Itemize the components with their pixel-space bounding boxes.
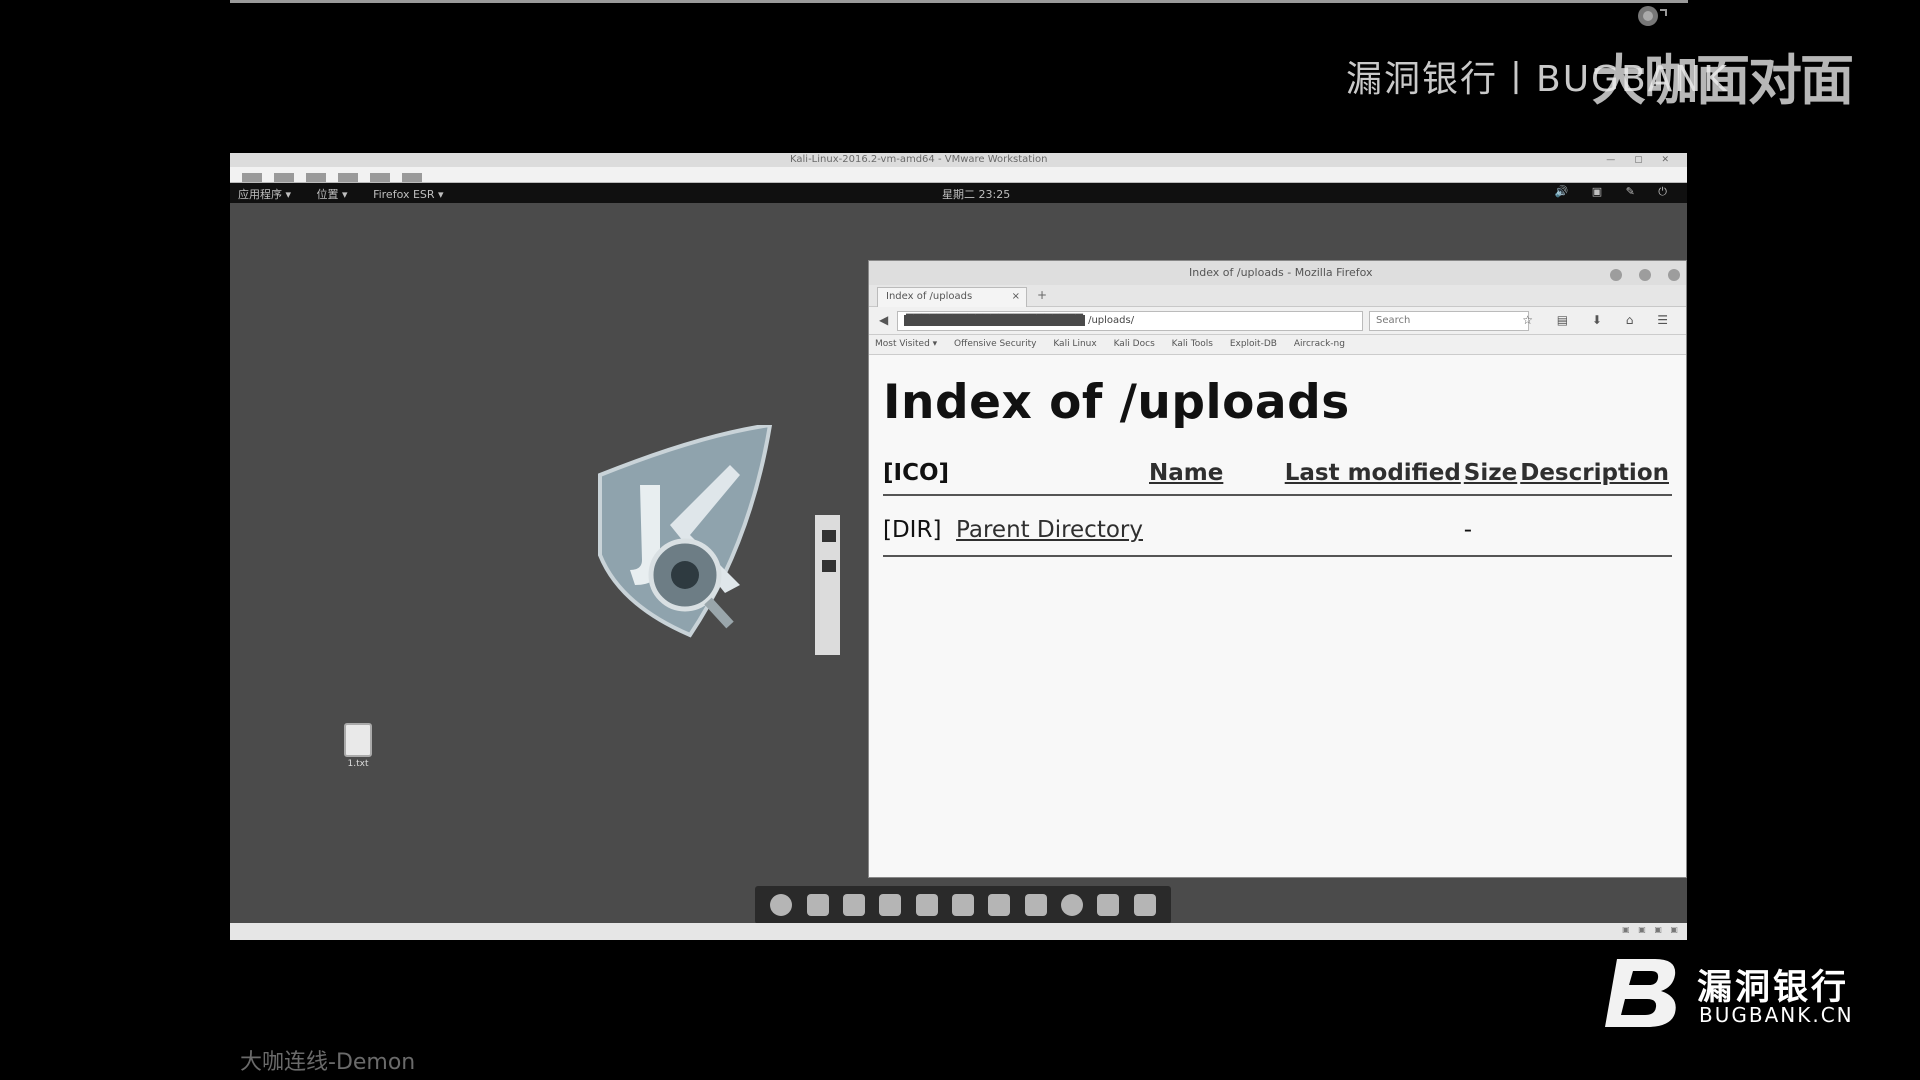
row-icon: [DIR] Parent Directory — [883, 497, 1149, 556]
firefox-window: Index of /uploads - Mozilla Firefox Inde… — [868, 260, 1687, 878]
parent-directory-link[interactable]: Parent Directory — [956, 517, 1143, 543]
dock-terminal-icon[interactable] — [806, 894, 829, 916]
vm-menu-item[interactable] — [338, 173, 358, 182]
bugbank-b-icon — [1605, 959, 1676, 1027]
bookmark-item[interactable]: Exploit-DB — [1230, 339, 1277, 349]
dock-files-icon[interactable] — [842, 894, 865, 916]
minimize-button[interactable] — [1609, 269, 1622, 281]
system-tray[interactable]: 🔊 ▣ ✎ ⏻ — [1555, 185, 1678, 199]
tab-strip: Index of /uploads × + — [869, 285, 1686, 307]
column-name-link[interactable]: Name — [1149, 460, 1223, 486]
applications-menu[interactable]: 应用程序 ▾ — [238, 188, 291, 201]
vm-window-controls[interactable]: — ▢ ✕ — [1606, 155, 1677, 165]
vm-menu-item[interactable] — [274, 173, 294, 182]
url-path: /uploads/ — [1088, 315, 1135, 326]
bookmark-item[interactable]: Kali Linux — [1053, 339, 1096, 349]
file-icon — [344, 723, 372, 757]
new-tab-button[interactable]: + — [1037, 288, 1047, 302]
close-button[interactable] — [1668, 269, 1680, 281]
back-icon[interactable]: ◀ — [879, 313, 888, 327]
row-size: - — [1463, 517, 1473, 543]
desktop-file-label: 1.txt — [347, 759, 369, 769]
vm-menu-item[interactable] — [402, 173, 422, 182]
bookmarks-toolbar: Most Visited ▾ Offensive Security Kali L… — [869, 335, 1686, 355]
vm-menu-item[interactable] — [370, 173, 390, 182]
vm-window: Kali-Linux-2016.2-vm-amd64 - VMware Work… — [230, 153, 1687, 940]
tab-uploads[interactable]: Index of /uploads × — [877, 287, 1027, 307]
row-name-spacer — [1149, 497, 1285, 556]
dock-app-icon[interactable] — [1061, 894, 1084, 916]
dock-app-icon[interactable] — [770, 894, 793, 916]
navigation-bar: ◀ ███████████████████████ /uploads/ Sear… — [869, 307, 1686, 335]
url-host-highlight: ███████████████████████ — [904, 315, 1085, 326]
show-apps-grid-icon[interactable] — [1133, 894, 1156, 916]
page-content: Index of /uploads [ICO] Name Last modifi… — [869, 355, 1686, 578]
page-title: Index of /uploads — [883, 375, 1350, 430]
bookmark-item[interactable]: Aircrack-ng — [1294, 339, 1345, 349]
column-description-link[interactable]: Description — [1520, 460, 1669, 486]
bookmark-item[interactable]: Most Visited ▾ — [875, 339, 937, 349]
vm-window-title: Kali-Linux-2016.2-vm-amd64 - VMware Work… — [790, 154, 1048, 165]
bookmark-item[interactable]: Kali Docs — [1114, 339, 1155, 349]
dock-app-icon[interactable] — [879, 894, 902, 916]
gnome-top-bar: 应用程序 ▾ 位置 ▾ Firefox ESR ▾ 星期二 23:25 🔊 ▣ … — [230, 183, 1687, 203]
app-menu[interactable]: Firefox ESR ▾ — [373, 188, 444, 201]
row-description — [1520, 497, 1672, 556]
vm-menu-item[interactable] — [242, 173, 262, 182]
dock-app-icon[interactable] — [1024, 894, 1047, 916]
bookmark-item[interactable]: Kali Tools — [1172, 339, 1213, 349]
listing-header: [ICO] Name Last modified Size Descriptio… — [883, 460, 1672, 495]
dock — [755, 886, 1171, 924]
bugbank-en-text: BUGBANK.CN — [1699, 1003, 1854, 1027]
watermark: 漏洞银行丨BUGBANK 大咖面对面 — [1346, 49, 1854, 112]
bugbank-logo: 漏洞银行 BUGBANK.CN — [1603, 957, 1863, 1029]
column-size-link[interactable]: Size — [1464, 460, 1517, 486]
tab-close-icon[interactable]: × — [1012, 291, 1020, 302]
bookmark-item[interactable]: Offensive Security — [954, 339, 1036, 349]
vm-status-strip: ▣ ▣ ▣ ▣ — [230, 923, 1687, 940]
footer-divider — [883, 555, 1672, 558]
corner-logo-icon — [1638, 6, 1667, 26]
column-last-modified-link[interactable]: Last modified — [1285, 460, 1461, 486]
directory-listing: [ICO] Name Last modified Size Descriptio… — [883, 460, 1672, 558]
watermark-overlay: 大咖面对面 — [1592, 49, 1854, 112]
vm-status-icons[interactable]: ▣ ▣ ▣ ▣ — [1622, 925, 1681, 934]
presenter-caption: 大咖连线-Demon — [240, 1050, 416, 1075]
column-icon: [ICO] — [883, 460, 950, 486]
url-bar[interactable]: ███████████████████████ /uploads/ — [897, 311, 1363, 331]
vm-menubar[interactable] — [230, 167, 1687, 183]
maximize-button[interactable] — [1638, 269, 1651, 281]
dock-app-icon[interactable] — [988, 894, 1011, 916]
search-input[interactable]: Search — [1369, 311, 1529, 331]
kali-logo-icon — [598, 425, 840, 655]
row-last-modified — [1285, 497, 1464, 556]
toolbar-icons[interactable]: ☆ ▤ ⬇ ⌂ ☰ — [1522, 313, 1678, 327]
tab-label: Index of /uploads — [886, 291, 973, 302]
top-divider — [230, 0, 1688, 3]
dock-app-icon[interactable] — [1097, 894, 1120, 916]
table-row: [DIR] Parent Directory - — [883, 497, 1672, 556]
clock[interactable]: 星期二 23:25 — [942, 186, 1010, 202]
dir-label: [DIR] — [883, 517, 942, 543]
dock-app-icon[interactable] — [915, 894, 938, 916]
firefox-window-title: Index of /uploads - Mozilla Firefox — [1189, 266, 1373, 279]
vm-titlebar: Kali-Linux-2016.2-vm-amd64 - VMware Work… — [230, 153, 1687, 167]
dock-app-icon[interactable] — [951, 894, 974, 916]
firefox-titlebar: Index of /uploads - Mozilla Firefox — [869, 261, 1686, 285]
vm-menu-item[interactable] — [306, 173, 326, 182]
places-menu[interactable]: 位置 ▾ — [317, 188, 348, 201]
desktop-file[interactable]: 1.txt — [338, 723, 378, 769]
